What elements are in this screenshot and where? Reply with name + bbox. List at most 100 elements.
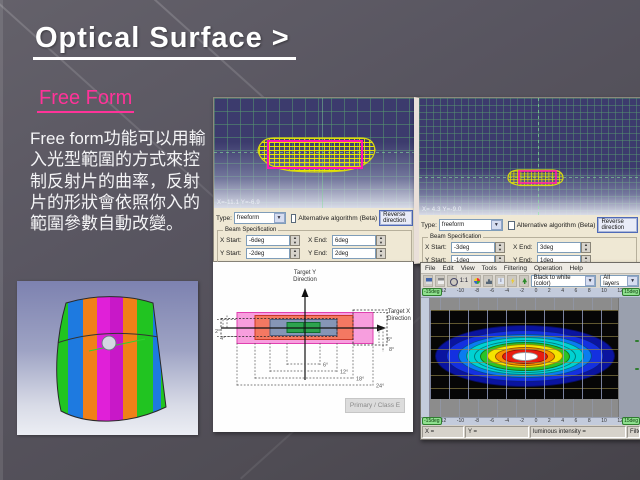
ruler-value: 2 xyxy=(548,288,551,294)
chevron-down-icon[interactable]: ▼ xyxy=(491,220,502,230)
type-label: Type: xyxy=(421,222,437,229)
freeform-mesh-b xyxy=(419,98,634,215)
layers-select[interactable]: All layers ▼ xyxy=(600,275,639,287)
plot-region xyxy=(421,298,640,417)
ruler-value: 6 xyxy=(575,288,578,294)
x-start-label: X Start: xyxy=(425,244,451,251)
freeform-surface-image xyxy=(17,281,198,435)
ruler-value: 0 xyxy=(535,288,538,294)
status-bar: X = Y = luminous intensity = Filter = xyxy=(421,425,640,439)
ruler-value: -6 xyxy=(490,418,494,424)
y-end-stepper[interactable]: ▲▼ xyxy=(376,248,386,259)
status-x: X = xyxy=(422,426,464,438)
cursor-coordinates: X=-11.1 Y=-6.9 xyxy=(217,200,260,206)
x-end-stepper[interactable]: ▲▼ xyxy=(581,242,591,253)
span-right-8deg: 8° xyxy=(389,347,394,353)
span-left-4deg: 4° xyxy=(220,336,225,342)
freeform-subtitle: Free Form xyxy=(37,87,134,113)
ruler-value: 10 xyxy=(601,418,607,424)
reverse-direction-button[interactable]: Reverse direction xyxy=(379,210,413,226)
ruler-value: 2 xyxy=(548,418,551,424)
reverse-direction-button[interactable]: Reverse direction xyxy=(597,217,638,233)
type-label: Type: xyxy=(216,215,232,222)
info-icon[interactable]: i xyxy=(495,275,505,287)
lightning-icon[interactable] xyxy=(507,275,517,287)
ruler-value: 8 xyxy=(588,418,591,424)
histogram-icon[interactable] xyxy=(483,275,493,287)
cursor-coordinates: X= 4.3 Y=-9.0 xyxy=(422,207,462,213)
manipulator-sphere xyxy=(102,336,116,350)
target-direction-diagram-panel: Target Y Direction Target X Direction xyxy=(213,262,413,432)
ruler-value: 6 xyxy=(575,418,578,424)
primary-class-e-button[interactable]: Primary / Class E xyxy=(345,398,405,413)
target-y-label: Target Y xyxy=(294,270,316,276)
x-start-stepper[interactable]: ▲▼ xyxy=(290,235,300,246)
print-icon[interactable] xyxy=(435,275,445,287)
y-start-field[interactable]: -2deg xyxy=(246,248,290,259)
alternative-algorithm-checkbox[interactable] xyxy=(508,221,515,230)
save-icon[interactable] xyxy=(423,275,433,287)
vertical-ruler xyxy=(421,298,430,417)
menu-item[interactable]: Operation xyxy=(534,265,563,272)
svg-text:Direction: Direction xyxy=(387,316,411,322)
menu-item[interactable]: Help xyxy=(570,265,583,272)
axis-range-tag[interactable]: 15deg xyxy=(622,417,640,425)
y-start-stepper[interactable]: ▲▼ xyxy=(290,248,300,259)
tree-icon[interactable] xyxy=(519,275,529,287)
freeform-editor-window-b: X= 4.3 Y=-9.0 Type: freeform ▼ Alternati… xyxy=(414,97,640,264)
slide: Optical Surface > Free Form Free form功能可… xyxy=(0,0,640,480)
type-select[interactable]: freeform ▼ xyxy=(439,219,503,231)
menu-item[interactable]: Edit xyxy=(442,265,453,272)
ruler-value: -10 xyxy=(457,418,464,424)
ruler-value: -4 xyxy=(505,418,509,424)
viewport-canvas-a[interactable]: X=-11.1 Y=-6.9 xyxy=(214,98,415,208)
y-range-tag[interactable] xyxy=(635,368,639,370)
slide-edge-highlight xyxy=(0,0,3,480)
ruler-value: 10 xyxy=(601,288,607,294)
type-select[interactable]: freeform ▼ xyxy=(234,212,286,224)
x-end-field[interactable]: 6deg xyxy=(332,235,376,246)
x-end-stepper[interactable]: ▲▼ xyxy=(376,235,386,246)
span-18deg: 18° xyxy=(356,377,364,383)
x-end-field[interactable]: 3deg xyxy=(537,242,581,253)
status-luminous-intensity: luminous intensity = xyxy=(530,426,626,438)
y-range-tag[interactable] xyxy=(635,340,639,342)
axis-range-tag[interactable]: -15deg xyxy=(422,417,442,425)
palette-icon[interactable] xyxy=(471,275,481,287)
one-to-one-zoom-button[interactable]: 1:1 xyxy=(459,278,469,284)
alternative-algorithm-label: Alternative algorithm (Beta) xyxy=(298,215,377,222)
x-end-label: X End: xyxy=(308,237,332,244)
ruler-value: 4 xyxy=(561,288,564,294)
zoom-icon[interactable] xyxy=(447,275,457,287)
ruler-value: -4 xyxy=(505,288,509,294)
y-end-field[interactable]: 2deg xyxy=(332,248,376,259)
chevron-down-icon[interactable]: ▼ xyxy=(585,276,595,286)
heatmap-grid-overlay xyxy=(430,310,618,399)
chevron-down-icon[interactable]: ▼ xyxy=(627,276,638,286)
axis-range-tag[interactable]: 15deg xyxy=(622,288,640,296)
alternative-algorithm-checkbox[interactable] xyxy=(291,214,297,223)
axis-range-tag[interactable]: -15deg xyxy=(422,288,442,296)
viewport-canvas-b[interactable]: X= 4.3 Y=-9.0 xyxy=(419,98,640,215)
x-start-field[interactable]: -3deg xyxy=(451,242,495,253)
ruler-value: -10 xyxy=(457,288,464,294)
freeform-form-a: Type: freeform ▼ Alternative algorithm (… xyxy=(214,208,415,266)
luminous-intensity-window: FileEditViewToolsFilteringOperationHelp … xyxy=(420,262,640,440)
x-start-stepper[interactable]: ▲▼ xyxy=(495,242,505,253)
menu-item[interactable]: View xyxy=(461,265,475,272)
intensity-heatmap[interactable] xyxy=(430,310,618,399)
chevron-down-icon[interactable]: ▼ xyxy=(274,213,285,223)
menu-item[interactable]: Filtering xyxy=(504,265,527,272)
status-y: Y = xyxy=(465,426,529,438)
svg-text:Direction: Direction xyxy=(293,277,317,283)
right-scroll-strip[interactable] xyxy=(618,298,640,417)
colormap-select[interactable]: Black to white (color) ▼ xyxy=(531,275,597,287)
menu-item[interactable]: File xyxy=(425,265,435,272)
x-start-field[interactable]: -6deg xyxy=(246,235,290,246)
y-end-label: Y End: xyxy=(308,250,332,257)
y-start-label: Y Start: xyxy=(220,250,246,257)
span-6deg: 6° xyxy=(323,363,328,369)
x-end-label: X End: xyxy=(513,244,537,251)
span-24deg: 24° xyxy=(376,384,384,390)
menu-item[interactable]: Tools xyxy=(482,265,497,272)
